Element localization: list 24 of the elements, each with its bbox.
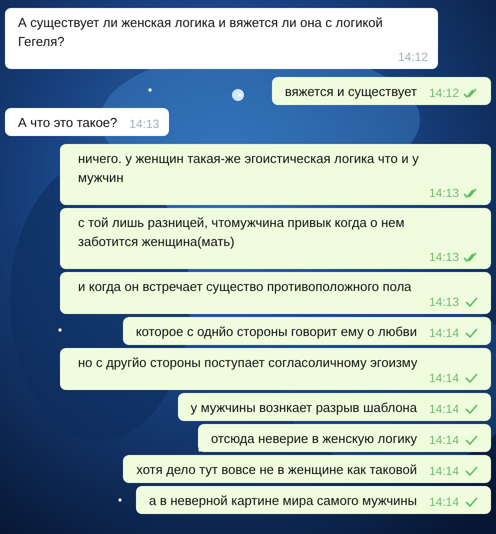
message-time: 14:14: [428, 494, 459, 510]
message-text: ничего. у женщин такая-же эгоистическая логика что и у мужчин: [78, 150, 420, 187]
message-text: А существует ли женская логика и вяжется ли она с логикой Гегеля?: [18, 14, 384, 51]
message-text: которое с однйо стороны говорит ему о любви: [136, 323, 417, 341]
message-text: вяжется и существует: [284, 83, 417, 101]
message-text: а в неверной картине мира самого мужчины: [149, 492, 417, 510]
message-text: но с другйо стороны поступает согласоличному эгоизму: [78, 354, 418, 372]
message-text: А что это такое?: [18, 114, 118, 132]
message-text: у мужчины вознкает разрыв шаблона: [190, 399, 417, 417]
message-time: 14:12: [428, 85, 459, 101]
message-text: хотя дело тут вовсе не в женщине как таковой: [136, 461, 417, 479]
message-time: 14:13: [428, 185, 459, 201]
message-time: 14:14: [428, 370, 459, 386]
message-time: 14:12: [398, 49, 428, 65]
message-time: 14:13: [129, 116, 160, 132]
message-time: 14:14: [428, 325, 459, 341]
message-time: 14:14: [428, 401, 459, 417]
message-time: 14:13: [428, 294, 459, 310]
message-time: 14:13: [428, 249, 459, 265]
message-text: отсюда неверие в женскую логику: [210, 430, 417, 448]
message-time: 14:14: [428, 463, 459, 479]
message-text: с той лишь разницей, чтомужчина привык когда о нем заботится женщина(мать): [78, 214, 406, 251]
message-time: 14:14: [428, 432, 459, 448]
message-text: и когда он встречает существо противоположного пола: [78, 278, 412, 296]
